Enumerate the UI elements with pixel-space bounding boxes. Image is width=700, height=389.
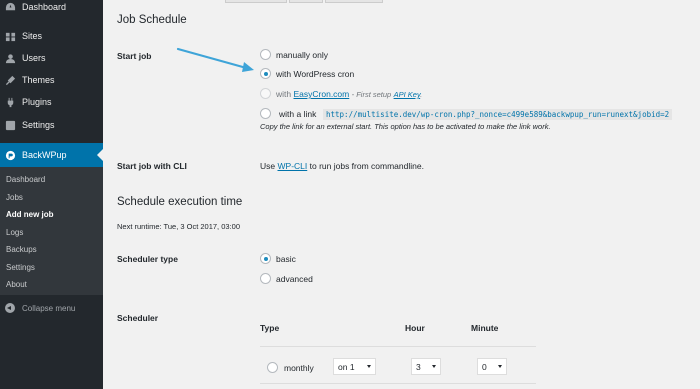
sidebar-item-sites[interactable]: Sites <box>0 25 103 47</box>
radio-wordpress-cron[interactable] <box>260 68 271 79</box>
radio-monthly[interactable] <box>267 362 278 373</box>
column-hour-header: Hour <box>405 323 425 333</box>
sidebar-item-label: Users <box>22 53 46 63</box>
collapse-menu-button[interactable]: Collapse menu <box>0 303 75 313</box>
users-icon <box>4 52 16 64</box>
sidebar-item-plugins[interactable]: Plugins <box>0 91 103 113</box>
start-job-cli-label: Start job with CLI <box>117 161 187 171</box>
main-content: Job Schedule Start job manually only wit… <box>103 0 700 389</box>
hour-select-value: 3 <box>416 361 421 372</box>
submenu-item-about[interactable]: About <box>6 280 27 289</box>
wp-cli-link[interactable]: WP-CLI <box>278 161 308 171</box>
scheduler-type-label: Scheduler type <box>117 254 178 264</box>
pointer-arrow-icon <box>176 47 254 72</box>
chevron-down-icon <box>432 365 436 368</box>
submenu-item-jobs[interactable]: Jobs <box>6 193 23 202</box>
column-minute-header: Minute <box>471 323 499 333</box>
sidebar-item-settings[interactable]: Settings <box>0 114 103 136</box>
external-start-url[interactable]: http://multisite.dev/wp-cron.php?_nonce=… <box>323 109 673 120</box>
settings-icon <box>4 119 16 131</box>
easycron-note: - First setup <box>351 90 392 99</box>
sites-icon <box>4 30 16 42</box>
sidebar-item-label: Settings <box>22 120 55 130</box>
monthly-label: monthly <box>284 363 314 373</box>
chevron-down-icon <box>367 365 371 368</box>
radio-scheduler-basic[interactable] <box>260 253 271 264</box>
hour-select[interactable]: 3 <box>411 358 441 375</box>
sidebar-item-label: Plugins <box>22 97 52 107</box>
tab-strip <box>103 0 700 3</box>
day-select-value: on 1 <box>338 361 355 372</box>
sidebar-item-themes[interactable]: Themes <box>0 69 103 91</box>
sidebar-item-label: Sites <box>22 31 43 41</box>
radio-easycron <box>260 88 271 99</box>
sidebar-item-backwpup[interactable]: BackWPup <box>0 143 103 167</box>
option-wordpress-cron-label: with WordPress cron <box>276 69 355 79</box>
themes-icon <box>4 74 16 86</box>
api-key-link[interactable]: API Key <box>394 90 421 99</box>
cli-rest: to run jobs from commandline. <box>309 161 424 171</box>
radio-with-a-link[interactable] <box>260 108 271 119</box>
submenu-item-settings[interactable]: Settings <box>6 263 35 272</box>
option-manually-only-label: manually only <box>276 50 328 60</box>
easycron-prefix: with <box>276 89 292 99</box>
scheduler-label: Scheduler <box>117 313 159 323</box>
schedule-execution-heading: Schedule execution time <box>117 196 243 208</box>
collapse-icon <box>5 303 15 313</box>
cli-use: Use <box>260 161 276 171</box>
tab[interactable] <box>225 0 287 3</box>
radio-manually-only[interactable] <box>260 49 271 60</box>
backwpup-submenu: Dashboard Jobs Add new job Logs Backups … <box>0 167 103 295</box>
job-schedule-heading: Job Schedule <box>117 14 187 26</box>
sidebar-item-label: BackWPup <box>22 150 67 160</box>
scheduler-advanced-label: advanced <box>276 274 313 284</box>
submenu-item-add-new-job[interactable]: Add new job <box>6 210 54 219</box>
sidebar-item-dashboard[interactable]: Dashboard <box>0 0 103 18</box>
option-with-a-link-label: with a link <box>279 109 317 119</box>
next-runtime-text: Next runtime: Tue, 3 Oct 2017, 03:00 <box>117 222 240 231</box>
submenu-item-logs[interactable]: Logs <box>6 228 23 237</box>
tab[interactable] <box>325 0 383 3</box>
day-select[interactable]: on 1 <box>333 358 376 375</box>
sidebar-item-users[interactable]: Users <box>0 47 103 69</box>
tab[interactable] <box>289 0 323 3</box>
option-easycron: with EasyCron.com - First setup API Key. <box>276 89 422 99</box>
column-type-header: Type <box>260 323 280 333</box>
dashboard-icon <box>4 1 16 13</box>
chevron-down-icon <box>498 365 502 368</box>
table-divider <box>260 346 536 347</box>
radio-scheduler-advanced[interactable] <box>260 273 271 284</box>
minute-select[interactable]: 0 <box>477 358 507 375</box>
sidebar-item-label: Dashboard <box>22 2 67 12</box>
backwpup-icon <box>4 149 16 161</box>
submenu-item-dashboard[interactable]: Dashboard <box>6 175 45 184</box>
easycron-end: . <box>420 90 423 99</box>
submenu-item-backups[interactable]: Backups <box>6 245 37 254</box>
cli-description: Use WP-CLI to run jobs from commandline. <box>260 161 424 171</box>
admin-sidebar: Dashboard Sites Users Themes Plugins Set… <box>0 0 103 389</box>
minute-select-value: 0 <box>482 361 487 372</box>
link-help-text: Copy the link for an external start. Thi… <box>260 122 551 131</box>
start-job-label: Start job <box>117 51 152 61</box>
easycron-link[interactable]: EasyCron.com <box>294 89 350 99</box>
scheduler-basic-label: basic <box>276 254 296 264</box>
sidebar-item-label: Themes <box>22 75 55 85</box>
plugins-icon <box>4 96 16 108</box>
table-divider <box>260 383 536 384</box>
collapse-menu-label: Collapse menu <box>22 303 76 313</box>
